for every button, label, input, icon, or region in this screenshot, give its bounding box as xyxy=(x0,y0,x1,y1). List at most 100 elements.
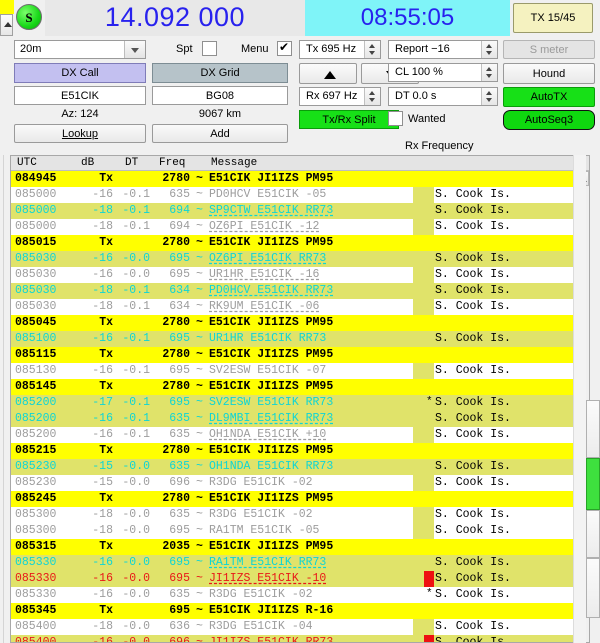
cell-db: Tx xyxy=(99,348,113,361)
tx-rx-split-button[interactable]: Tx/Rx Split xyxy=(299,110,399,129)
cell-tilde: ~ xyxy=(196,444,203,457)
add-button[interactable]: Add xyxy=(152,124,288,143)
table-row[interactable]: 085030 -18 -0.1 634 ~ RK9UM E51CIK -06 S. Cook… xyxy=(11,299,574,315)
row-country-label: S. Cook Is. xyxy=(435,204,511,217)
chevron-down-icon[interactable] xyxy=(124,41,145,58)
column-header-utc: UTC xyxy=(17,157,37,169)
table-row[interactable]: 085030 -18 -0.1 634 ~ PD0HCV E51CIK RR73 S. Co… xyxy=(11,283,574,299)
cell-tilde: ~ xyxy=(196,364,203,377)
left-spinner-button[interactable] xyxy=(0,14,13,36)
row-color-bar xyxy=(413,619,424,635)
cell-db: -16 xyxy=(92,332,113,345)
cell-msg: E51CIK JI1IZS PM95 xyxy=(209,348,334,361)
spot-checkbox[interactable] xyxy=(202,41,217,56)
auto-tx-button[interactable]: AutoTX xyxy=(503,87,595,107)
cell-tilde: ~ xyxy=(196,236,203,249)
table-row[interactable]: 085330 -16 -0.0 695 ~ RA1TM E51CIK RR73 S. Coo… xyxy=(11,555,574,571)
table-row[interactable]: 085000 -16 -0.1 635 ~ PD0HCV E51CIK -05 S. Coo… xyxy=(11,187,574,203)
row-color-bar xyxy=(413,459,424,475)
lookup-label: Lookup xyxy=(61,127,99,140)
cell-freq: 635 xyxy=(169,428,190,441)
side-button-3[interactable] xyxy=(586,510,600,558)
side-button-1[interactable] xyxy=(586,400,600,458)
frequency-display[interactable]: 14.092 000 xyxy=(45,0,305,36)
table-row[interactable]: 085300 -18 -0.0 695 ~ RA1TM E51CIK -05 S. Cook… xyxy=(11,523,574,539)
cell-freq: 2780 xyxy=(162,172,190,185)
outer-scrollbar[interactable] xyxy=(573,155,586,643)
report-stepper[interactable] xyxy=(481,41,497,58)
row-star-icon: * xyxy=(426,396,433,408)
table-row[interactable]: 085300 -18 -0.0 635 ~ R3DG E51CIK -02 S. Cook … xyxy=(11,507,574,523)
table-row[interactable]: 085115 Tx 2780 ~ E51CIK JI1IZS PM95 xyxy=(11,347,574,363)
cell-freq: 636 xyxy=(169,620,190,633)
dx-grid-input[interactable]: BG08 xyxy=(152,86,288,105)
table-row[interactable]: 085330 -16 -0.0 695 ~ JI1IZS E51CIK -10 S. Coo… xyxy=(11,571,574,587)
table-row[interactable]: 085200 -16 -0.1 635 ~ OH1NDA E51CIK +10 S. Coo… xyxy=(11,427,574,443)
hound-button[interactable]: Hound xyxy=(503,63,595,84)
table-row[interactable]: 085015 Tx 2780 ~ E51CIK JI1IZS PM95 xyxy=(11,235,574,251)
tx-frequency-spinner[interactable]: Tx 695 Hz xyxy=(299,40,381,59)
side-button-active[interactable] xyxy=(586,458,600,510)
table-row[interactable]: 085045 Tx 2780 ~ E51CIK JI1IZS PM95 xyxy=(11,315,574,331)
left-margin-strip xyxy=(0,155,10,643)
report-spinner[interactable]: Report −16 xyxy=(388,40,498,59)
cell-dt: -0.0 xyxy=(122,268,150,281)
cell-msg: RA1TM E51CIK -05 xyxy=(209,524,320,537)
cell-freq: 694 xyxy=(169,204,190,217)
rx-frequency-spinner[interactable]: Rx 697 Hz xyxy=(299,87,381,106)
cl-spinner[interactable]: CL 100 % xyxy=(388,63,498,82)
rx-frequency-stepper[interactable] xyxy=(364,88,380,105)
dt-value: DT 0.0 s xyxy=(395,90,437,102)
table-row[interactable]: 085200 -17 -0.1 695 ~ SV2ESW E51CIK RR73 * S. C… xyxy=(11,395,574,411)
decode-table: UTC dB DT Freq Message 084945 Tx 2780 ~ E51C… xyxy=(10,155,590,643)
cell-msg: PD0HCV E51CIK RR73 xyxy=(209,284,334,297)
table-row[interactable]: 085330 -16 -0.0 635 ~ R3DG E51CIK -02 * S. Cook… xyxy=(11,587,574,603)
table-row[interactable]: 085000 -18 -0.1 694 ~ SP9CTW E51CIK RR73 S. Co… xyxy=(11,203,574,219)
table-row[interactable]: 085215 Tx 2780 ~ E51CIK JI1IZS PM95 xyxy=(11,443,574,459)
row-country-label: S. Cook Is. xyxy=(435,268,511,281)
table-row[interactable]: 085000 -18 -0.1 694 ~ OZ6PI E51CIK -12 S. Cook… xyxy=(11,219,574,235)
tx-frequency-stepper[interactable] xyxy=(364,41,380,58)
cell-freq: 2780 xyxy=(162,492,190,505)
decode-row-list[interactable]: 084945 Tx 2780 ~ E51CIK JI1IZS PM95 085000 -16… xyxy=(11,171,574,642)
table-row[interactable]: 085400 -16 -0.0 696 ~ JI1IZS E51CIK RR73 S. Co… xyxy=(11,635,574,642)
top-status-bar: S 14.092 000 08:55:05 TX 15/45 xyxy=(0,0,600,36)
menu-checkbox[interactable] xyxy=(277,40,292,56)
side-button-4[interactable] xyxy=(586,558,600,618)
cell-db: -18 xyxy=(92,524,113,537)
table-row[interactable]: 085345 Tx 695 ~ E51CIK JI1IZS R-16 xyxy=(11,603,574,619)
frequency-up-button[interactable] xyxy=(299,63,357,84)
cell-db: -16 xyxy=(92,188,113,201)
auto-seq-button[interactable]: AutoSeq3 xyxy=(503,110,595,130)
cell-utc: 085145 xyxy=(15,380,57,393)
lookup-button[interactable]: Lookup xyxy=(14,124,146,143)
table-row[interactable]: 085230 -15 -0.0 635 ~ OH1NDA E51CIK RR73 S. Co… xyxy=(11,459,574,475)
dt-spinner[interactable]: DT 0.0 s xyxy=(388,87,498,106)
table-row[interactable]: 085230 -15 -0.0 696 ~ R3DG E51CIK -02 S. Cook … xyxy=(11,475,574,491)
dt-stepper[interactable] xyxy=(481,88,497,105)
wanted-label: Wanted xyxy=(408,113,446,125)
table-row[interactable]: 085030 -16 -0.0 695 ~ OZ6PI E51CIK RR73 S. Coo… xyxy=(11,251,574,267)
table-row[interactable]: 085315 Tx 2035 ~ E51CIK JI1IZS PM95 xyxy=(11,539,574,555)
dx-call-button[interactable]: DX Call xyxy=(14,63,146,83)
table-row[interactable]: 085030 -16 -0.0 695 ~ UR1HR E51CIK -16 S. Cook… xyxy=(11,267,574,283)
cell-db: Tx xyxy=(99,444,113,457)
cl-stepper[interactable] xyxy=(481,64,497,81)
dx-call-input[interactable]: E51CIK xyxy=(14,86,146,105)
table-row[interactable]: 085130 -16 -0.1 695 ~ SV2ESW E51CIK -07 S. Coo… xyxy=(11,363,574,379)
table-row[interactable]: 085200 -16 -0.1 635 ~ DL9MBI E51CIK RR73 S. Co… xyxy=(11,411,574,427)
wanted-checkbox[interactable] xyxy=(388,111,403,126)
table-row[interactable]: 085400 -18 -0.0 636 ~ R3DG E51CIK -04 S. Cook … xyxy=(11,619,574,635)
row-status-marker xyxy=(424,411,434,427)
cell-tilde: ~ xyxy=(196,476,203,489)
band-select[interactable]: 20m xyxy=(14,40,146,59)
azimuth-label: Az: 124 xyxy=(61,108,99,120)
table-row[interactable]: 085100 -16 -0.1 695 ~ UR1HR E51CIK RR73 S. Coo… xyxy=(11,331,574,347)
cell-msg: R3DG E51CIK -04 xyxy=(209,620,313,633)
table-row[interactable]: 085145 Tx 2780 ~ E51CIK JI1IZS PM95 xyxy=(11,379,574,395)
table-row[interactable]: 084945 Tx 2780 ~ E51CIK JI1IZS PM95 xyxy=(11,171,574,187)
cell-utc: 085330 xyxy=(15,572,57,585)
table-row[interactable]: 085245 Tx 2780 ~ E51CIK JI1IZS PM95 xyxy=(11,491,574,507)
dx-grid-button[interactable]: DX Grid xyxy=(152,63,288,83)
cell-freq: 635 xyxy=(169,588,190,601)
